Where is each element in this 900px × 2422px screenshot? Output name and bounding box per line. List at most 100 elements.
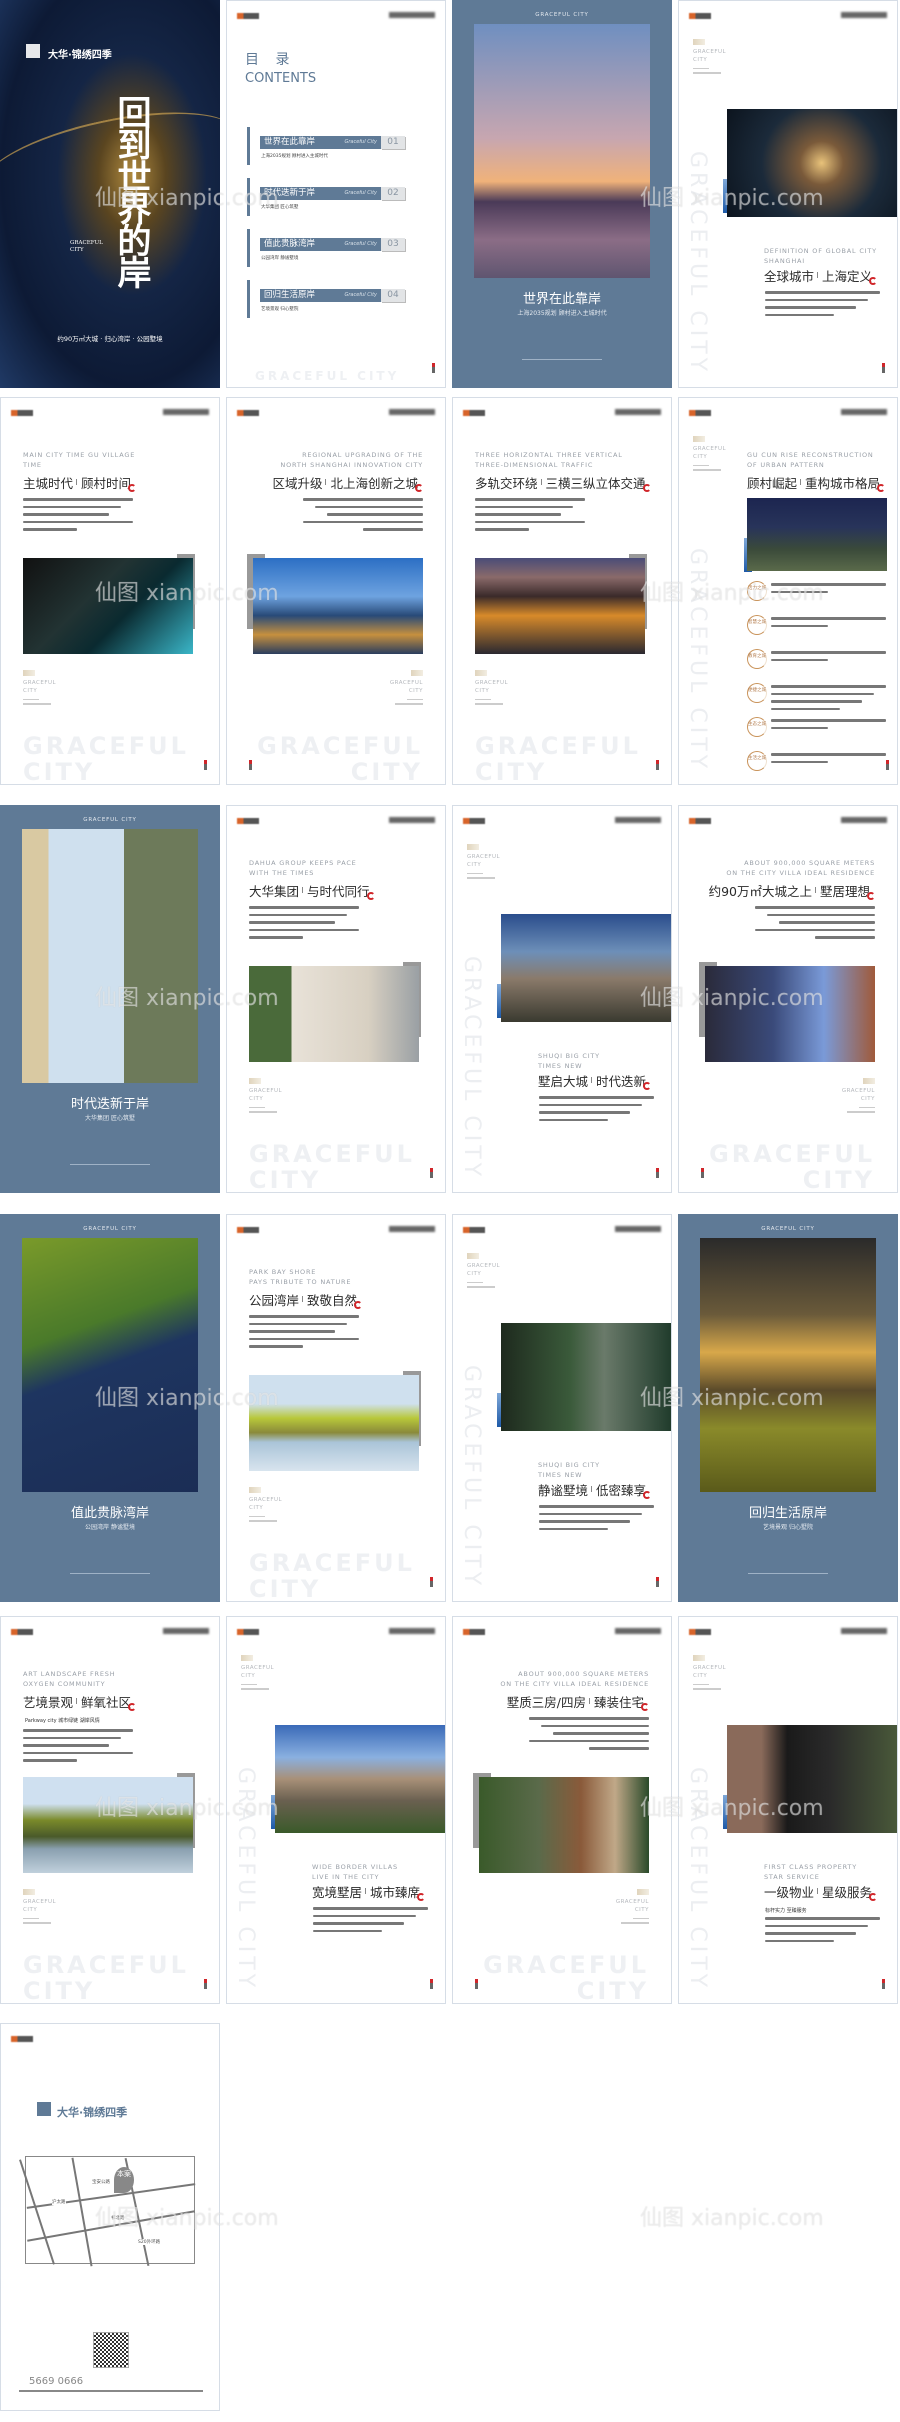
divider (859, 1107, 875, 1108)
small-caption-line (475, 703, 503, 705)
city-label: CITY (693, 1673, 708, 1679)
title-separator (817, 1887, 819, 1894)
english-heading-line: PARK BAY SHORE (249, 1268, 317, 1276)
body-text-line (475, 498, 585, 501)
section-title: 主城时代 顾村时间 (23, 476, 137, 492)
page-article: THREE HORIZONTAL THREE VERTICAL THREE-DIM… (452, 397, 672, 785)
graceful-city-mark: GRACEFUL CITY (467, 1253, 527, 1288)
project-logo (163, 1628, 209, 1634)
english-heading-line: DAHUA GROUP KEEPS PACE (249, 859, 357, 867)
contents-item[interactable]: 回归生活原岸 Graceful City 04 艺境景观 归心墅院 (247, 280, 422, 318)
city-label: CITY (467, 862, 482, 868)
graceful-city-label: GRACEFUL CITY (363, 679, 423, 695)
body-text-line (23, 505, 121, 508)
city-label: CITY (241, 1673, 256, 1679)
script-label: Graceful City (344, 241, 377, 247)
english-heading: DAHUA GROUP KEEPS PACE WITH THE TIMES (249, 858, 357, 878)
divider (241, 1684, 257, 1685)
body-text-line (815, 936, 875, 939)
page-pin-icon (475, 1979, 478, 1989)
feature-badge: 活力之城 (747, 581, 767, 601)
developer-logo (237, 410, 259, 416)
red-ring-mark (128, 484, 137, 492)
body-text-line (771, 590, 828, 593)
english-heading-line: WITH THE TIMES (249, 869, 315, 877)
divider (249, 1107, 265, 1108)
title-part-b: 顾村时间 (81, 476, 132, 491)
graceful-city-mark: GRACEFUL CITY (475, 670, 535, 705)
title-part-a: 墅质三房/四房 (506, 1695, 586, 1710)
body-text-line (313, 1907, 428, 1910)
title-separator (800, 478, 802, 485)
feature-badge-label: 智慧之城 (748, 620, 766, 625)
english-heading: THREE HORIZONTAL THREE VERTICAL THREE-DIM… (475, 450, 623, 470)
title-separator (365, 1887, 367, 1894)
feature-badge: 教育之城 (747, 649, 767, 669)
contents-item-number: 03 (381, 238, 405, 251)
page-pin-icon (882, 1979, 885, 1989)
graceful-city-mark: GRACEFUL CITY (467, 844, 527, 879)
english-heading-line: SHUQI BIG CITY (538, 1461, 600, 1469)
project-logo (389, 1628, 435, 1634)
english-heading: MAIN CITY TIME GU VILLAGE TIME (23, 450, 135, 470)
contents-item-subtitle: 公园湾岸 静谧墅境 (261, 256, 299, 261)
graceful-city-watermark: GRACEFUL CITY (23, 1952, 189, 2003)
body-text-line (327, 513, 423, 516)
body-text-line (249, 1322, 347, 1325)
contents-item[interactable]: 时代迭新于岸 Graceful City 02 大华集团 匠心筑墅 (247, 178, 422, 216)
english-heading: PARK BAY SHORE PAYS TRIBUTE TO NATURE (249, 1267, 351, 1287)
title-separator (302, 1295, 304, 1302)
page-article: MAIN CITY TIME GU VILLAGE TIME 主城时代 顾村时间 GRA… (0, 397, 220, 785)
title-part-a: 墅启大城 (538, 1074, 589, 1089)
page-section: GRACEFUL CITY 时代迭新于岸 大华集团 匠心筑墅 (0, 805, 220, 1193)
english-heading: SHUQI BIG CITY TIMES NEW (538, 1051, 600, 1071)
page-section: GRACEFUL CITY 回归生活原岸 艺境景观 归心墅院 (678, 1214, 898, 1602)
contents-heading-cn: 目 录 (245, 52, 296, 68)
graceful-label: GRACEFUL (23, 1899, 57, 1905)
english-heading-line: OF URBAN PATTERN (747, 461, 825, 469)
graceful-city-mark: GRACEFUL CITY (241, 1655, 301, 1690)
graceful-city-label: GRACEFUL CITY (23, 1898, 83, 1914)
graceful-city-label: GRACEFUL CITY (23, 679, 83, 695)
english-heading: ABOUT 900,000 SQUARE METERS ON THE CITY V… (500, 1669, 649, 1689)
graceful-label: GRACEFUL (693, 446, 727, 452)
gold-swatch (241, 1655, 253, 1661)
graceful-city-mark: GRACEFUL CITY (693, 436, 753, 471)
contents-item[interactable]: 世界在此靠岸 Graceful City 01 上海2035规划 顾村进入主城时代 (247, 127, 422, 165)
title-separator (817, 271, 819, 278)
title-separator (588, 1697, 590, 1704)
city-label: CITY (475, 688, 490, 694)
graceful-label: GRACEFUL (257, 732, 423, 760)
red-ring-mark (867, 892, 875, 900)
page-feature: GRACEFUL CITY GRACEFUL CITY DEFINITION OF G… (678, 0, 898, 388)
body-text-line (765, 313, 834, 316)
gold-swatch (23, 1889, 35, 1895)
page-feature: GRACEFUL CITY GRACEFUL CITY FIRST CLASS PRO… (678, 1616, 898, 2004)
title-part-a: 公园湾岸 (249, 1293, 300, 1308)
page-pin-icon (430, 1168, 433, 1178)
section-subtitle: 公园湾岸 静谧墅境 (85, 1524, 135, 1531)
feature-badge-label: 活力之城 (748, 586, 766, 591)
body-text-line (539, 1505, 654, 1508)
contents-item[interactable]: 值此贵脉湾岸 Graceful City 03 公园湾岸 静谧墅境 (247, 229, 422, 267)
gold-swatch (693, 39, 705, 45)
section-title: 区域升级 北上海创新之城 (272, 476, 423, 492)
photo (249, 966, 419, 1062)
body-text-line (249, 936, 303, 939)
graceful-city-label: GRACEFUL CITY (693, 1664, 753, 1680)
contents-item-subtitle: 艺境景观 归心墅院 (261, 307, 299, 312)
section-title: 公园湾岸 致敬自然 (249, 1293, 363, 1309)
title-part-a: 顾村崛起 (747, 476, 798, 491)
graceful-city-watermark: GRACEFUL CITY (255, 369, 400, 383)
body-text-line (765, 291, 880, 294)
body-text-line (23, 1736, 121, 1739)
gold-swatch (23, 670, 35, 676)
photo (727, 1725, 897, 1833)
site-watermark: 仙图 xianpic.com (640, 2206, 824, 2231)
page-list: GRACEFUL CITY GRACEFUL CITY GU CUN RISE REC… (678, 397, 898, 785)
qr-code[interactable] (93, 2332, 129, 2368)
location-map[interactable]: 本案 沪太路 宝安公路 S20外环路 祁北路 (19, 2156, 196, 2267)
project-logo (615, 1226, 661, 1232)
title-part-a: 约90万㎡大城之上 (708, 884, 812, 899)
contents-heading-en: CONTENTS (245, 71, 317, 86)
